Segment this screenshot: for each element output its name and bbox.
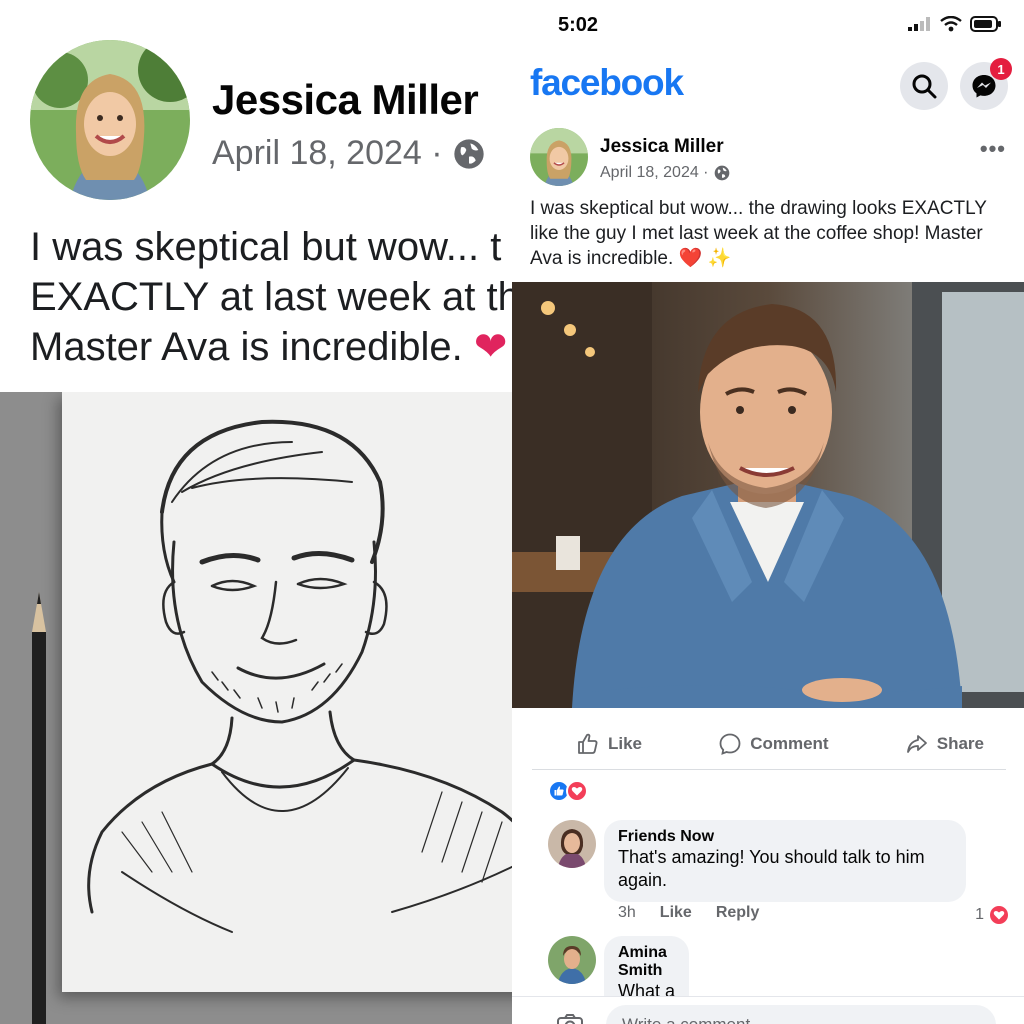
app-header: facebook 1 <box>512 56 1024 116</box>
comment-reaction-count[interactable]: 1 <box>975 904 1010 926</box>
camera-icon[interactable] <box>556 1013 584 1024</box>
comment-text: That's amazing! You should talk to him a… <box>618 847 925 890</box>
comment-meta: 3h Like Reply <box>618 904 759 922</box>
left-post-text-line-3: Master Ava is incredible. <box>30 325 463 369</box>
share-icon <box>906 734 927 753</box>
commenter-avatar[interactable] <box>548 820 596 868</box>
wifi-icon <box>940 16 962 32</box>
share-button[interactable]: Share <box>905 732 984 756</box>
like-label: Like <box>608 733 643 753</box>
comment-button[interactable]: Comment <box>718 732 829 756</box>
left-post-text-line: I was skeptical but wow... t <box>30 225 502 269</box>
post-header: Jessica Miller April 18, 2024 · ••• <box>512 126 1024 192</box>
more-options-button[interactable]: ••• <box>980 136 1006 162</box>
phone-screen: 5:02 facebook 1 Jessica Miller April 18,… <box>512 0 1024 1024</box>
comment-author[interactable]: Amina Smith <box>618 944 675 980</box>
messenger-button[interactable]: 1 <box>960 58 1012 110</box>
comment-composer: Write a comment... <box>512 996 1024 1024</box>
zoomed-post: Jessica Miller April 18, 2024 · I was sk… <box>0 0 530 1024</box>
post-date[interactable]: April 18, 2024 · <box>600 164 709 182</box>
heart-emoji: ❤ <box>473 325 508 369</box>
clock: 5:02 <box>558 14 599 36</box>
comment-author[interactable]: Friends Now <box>618 828 952 846</box>
post-actions: Like Comment Share <box>532 718 1006 770</box>
comment-label: Comment <box>750 733 829 753</box>
commenter-avatar[interactable] <box>548 936 596 984</box>
search-button[interactable] <box>900 62 948 110</box>
globe-icon <box>714 165 729 181</box>
left-post-date: April 18, 2024 · <box>212 134 443 172</box>
comment-like-button[interactable]: Like <box>660 904 692 922</box>
post-meta: April 18, 2024 · <box>600 164 730 182</box>
left-author-avatar[interactable] <box>30 40 190 200</box>
comment-icon <box>719 733 741 755</box>
reaction-summary[interactable] <box>548 780 588 802</box>
left-post-meta: April 18, 2024 · <box>212 134 485 173</box>
system-icons <box>908 16 1002 32</box>
status-bar: 5:02 <box>512 0 1024 56</box>
author-name[interactable]: Jessica Miller <box>600 136 724 158</box>
comment-reply-button[interactable]: Reply <box>716 904 760 922</box>
sketch-photo <box>0 392 530 1024</box>
comment-bubble: Friends Now That's amazing! You should t… <box>604 820 966 902</box>
comment-time: 3h <box>618 904 636 921</box>
comment-input[interactable]: Write a comment... <box>606 1005 996 1024</box>
globe-icon <box>453 138 484 169</box>
thumbs-up-icon <box>578 733 598 754</box>
left-post-text-line: Master Ava is incredible. ❤ <box>30 322 530 372</box>
author-avatar[interactable] <box>530 128 588 186</box>
pencil-icon <box>32 592 46 1024</box>
like-button[interactable]: Like <box>576 732 642 756</box>
post-text: I was skeptical but wow... the drawing l… <box>530 198 987 269</box>
share-label: Share <box>936 733 984 753</box>
post-photo[interactable] <box>512 282 1024 708</box>
notification-badge: 1 <box>990 58 1012 80</box>
love-reaction-icon <box>988 904 1010 926</box>
left-post-text-line: EXACTLY at last week at th <box>30 275 520 319</box>
love-reaction-icon <box>566 780 588 802</box>
search-icon <box>912 74 937 99</box>
left-post-text: I was skeptical but wow... t EXACTLY at … <box>30 222 530 372</box>
left-author-name[interactable]: Jessica Miller <box>212 76 479 124</box>
battery-icon <box>970 16 1001 32</box>
sketch-paper <box>62 392 530 992</box>
facebook-logo[interactable]: facebook <box>530 62 684 104</box>
signal-icon <box>908 17 930 31</box>
comment-reaction-number: 1 <box>975 906 984 923</box>
